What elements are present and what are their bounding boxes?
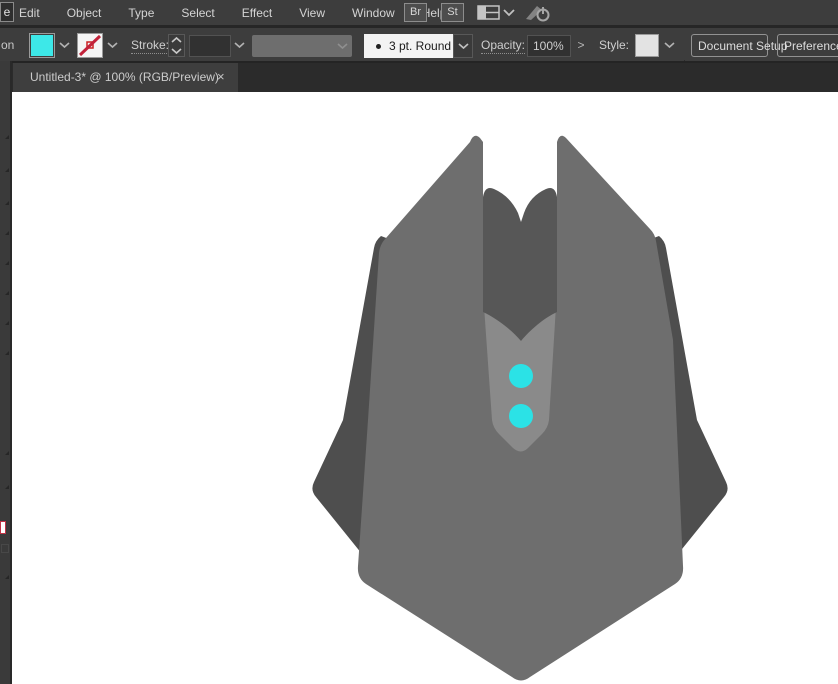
stroke-color-swatch[interactable]	[77, 33, 103, 58]
menu-item-object[interactable]: Object	[67, 6, 102, 20]
styles-panel-button[interactable]: St	[441, 3, 464, 22]
brush-chevron-icon	[458, 43, 469, 50]
tool-corner-mark	[5, 451, 9, 455]
tool-corner-mark	[5, 321, 9, 325]
brushes-panel-button[interactable]: Br	[404, 3, 427, 22]
stroke-weight-field[interactable]	[189, 35, 231, 57]
fill-chevron-icon[interactable]	[59, 42, 70, 49]
tool-corner-mark	[5, 575, 9, 579]
menu-bar: e Edit Object Type Select Effect View Wi…	[0, 0, 838, 25]
document-tab-title: Untitled-3* @ 100% (RGB/Preview)	[30, 70, 219, 84]
tool-corner-mark	[5, 485, 9, 489]
control-bar: on Stroke:	[0, 28, 838, 61]
menu-item-select[interactable]: Select	[181, 6, 214, 20]
illustrator-window: e Edit Object Type Select Effect View Wi…	[0, 0, 838, 684]
tool-corner-mark	[5, 351, 9, 355]
tools-stroke-swatch-sliver[interactable]	[0, 521, 6, 534]
tools-color-box-sliver	[1, 544, 9, 553]
preferences-button[interactable]: Preferences	[777, 34, 838, 57]
brush-definition-chevron[interactable]	[453, 34, 473, 58]
selection-label-partial: on	[1, 38, 14, 52]
stroke-weight-label[interactable]: Stroke:	[131, 38, 169, 54]
menu-items: Edit Object Type Select Effect View Wind…	[19, 0, 446, 25]
led-dot-bottom[interactable]	[509, 404, 533, 428]
stroke-chevron-icon[interactable]	[107, 42, 118, 49]
tool-corner-mark	[5, 168, 9, 172]
opacity-more-button[interactable]: >	[573, 35, 589, 57]
fill-color-swatch[interactable]	[29, 33, 55, 58]
menu-item-effect[interactable]: Effect	[242, 6, 272, 20]
opacity-field[interactable]	[527, 35, 571, 57]
stroke-weight-chevron-icon[interactable]	[234, 42, 245, 49]
width-profile-dropdown[interactable]	[252, 35, 352, 57]
tool-corner-mark	[5, 291, 9, 295]
menu-item-file-partial[interactable]: e	[0, 2, 14, 22]
workspace-chevron-icon[interactable]	[503, 9, 515, 17]
led-dot-top[interactable]	[509, 364, 533, 388]
brush-preview-dot-icon	[376, 44, 381, 49]
style-swatch[interactable]	[635, 34, 659, 57]
tab-close-icon[interactable]: ×	[217, 69, 225, 84]
brush-definition-combobox[interactable]: 3 pt. Round	[364, 34, 453, 58]
document-setup-button[interactable]: Document Setup	[691, 34, 768, 57]
tool-corner-mark	[5, 201, 9, 205]
mouse-illustration[interactable]	[12, 92, 838, 684]
tool-corner-mark	[5, 261, 9, 265]
width-profile-chevron-icon	[337, 43, 348, 50]
gpu-power-icon[interactable]	[522, 2, 552, 23]
opacity-label[interactable]: Opacity:	[481, 38, 525, 54]
workspace-switcher-icon[interactable]	[477, 5, 500, 20]
tools-panel-sliver[interactable]	[0, 61, 12, 684]
stroke-weight-stepper[interactable]	[168, 34, 185, 57]
mouse-center-channel[interactable]	[483, 188, 557, 341]
brush-definition-value: 3 pt. Round	[389, 39, 451, 53]
menu-item-view[interactable]: View	[299, 6, 325, 20]
tool-corner-mark	[5, 135, 9, 139]
tool-corner-mark	[5, 231, 9, 235]
document-tab[interactable]: Untitled-3* @ 100% (RGB/Preview) ×	[13, 63, 238, 92]
artboard-canvas[interactable]	[12, 92, 838, 684]
menu-item-type[interactable]: Type	[128, 6, 154, 20]
style-chevron-icon[interactable]	[664, 42, 675, 49]
menu-item-window[interactable]: Window	[352, 6, 395, 20]
menu-item-edit[interactable]: Edit	[19, 6, 40, 20]
style-label[interactable]: Style:	[599, 38, 629, 53]
